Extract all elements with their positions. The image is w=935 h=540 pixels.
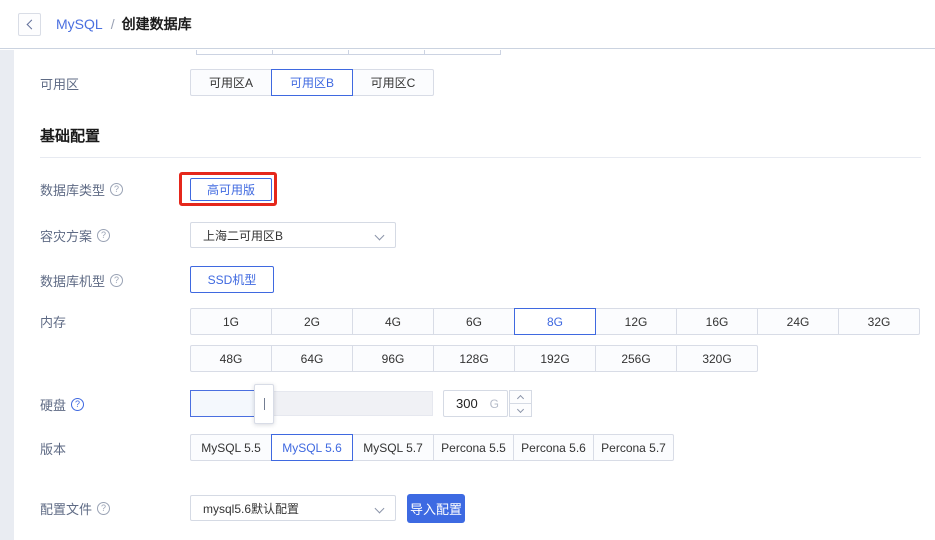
version-option[interactable]: Percona 5.6 — [513, 434, 594, 461]
version-option[interactable]: Percona 5.7 — [593, 434, 674, 461]
disk-size-input[interactable]: 300 G — [443, 390, 508, 417]
help-icon[interactable]: ? — [97, 501, 111, 515]
memory-options-row1: 1G 2G 4G 6G 8G 12G 16G 24G 32G — [190, 308, 920, 335]
stepper-down-button[interactable] — [509, 403, 532, 417]
memory-option[interactable]: 4G — [352, 308, 434, 335]
memory-option[interactable]: 24G — [757, 308, 839, 335]
version-option-selected[interactable]: MySQL 5.6 — [271, 434, 353, 461]
memory-option[interactable]: 12G — [595, 308, 677, 335]
stepper-up-button[interactable] — [509, 390, 532, 404]
create-database-page: MySQL / 创建数据库 可用区 可用区A 可用区B 可用区C 基础配置 数据… — [0, 0, 935, 540]
cutoff-option[interactable] — [196, 50, 273, 55]
version-option[interactable]: MySQL 5.5 — [190, 434, 272, 461]
config-file-select[interactable]: mysql5.6默认配置 — [190, 495, 396, 521]
memory-option[interactable]: 96G — [352, 345, 434, 372]
cutoff-option[interactable] — [348, 50, 425, 55]
zone-option[interactable]: 可用区C — [352, 69, 434, 96]
disk-label: 硬盘 ? — [40, 396, 85, 413]
version-option[interactable]: Percona 5.5 — [433, 434, 514, 461]
memory-option[interactable]: 48G — [190, 345, 272, 372]
disk-slider-track[interactable] — [274, 391, 433, 416]
cutoff-option[interactable] — [424, 50, 501, 55]
chevron-down-icon — [374, 230, 385, 241]
zone-option-selected[interactable]: 可用区B — [271, 69, 353, 96]
chevron-left-icon — [26, 19, 36, 29]
memory-options-row2: 48G 64G 96G 128G 192G 256G 320G — [190, 345, 758, 372]
back-button[interactable] — [18, 12, 41, 36]
cutoff-option[interactable] — [272, 50, 349, 55]
memory-option[interactable]: 64G — [271, 345, 353, 372]
memory-option[interactable]: 1G — [190, 308, 272, 335]
disk-size-unit: G — [489, 396, 499, 411]
form-card — [14, 50, 935, 540]
machine-type-label: 数据库机型 ? — [40, 272, 124, 289]
machine-type-option-selected[interactable]: SSD机型 — [190, 266, 274, 293]
disk-slider-filled-track[interactable] — [190, 390, 256, 417]
import-config-button[interactable]: 导入配置 — [407, 494, 465, 523]
db-type-label: 数据库类型 ? — [40, 181, 124, 198]
zone-label: 可用区 — [40, 76, 80, 92]
chevron-down-icon — [374, 503, 385, 514]
slider-grip-icon — [263, 398, 265, 410]
breadcrumb-product-link[interactable]: MySQL — [56, 16, 103, 32]
section-divider — [40, 157, 921, 158]
cutoff-option-row — [196, 50, 501, 55]
page-background-strip — [0, 50, 14, 540]
memory-label: 内存 — [40, 314, 67, 330]
help-icon[interactable]: ? — [110, 182, 124, 196]
breadcrumb-separator: / — [110, 16, 115, 32]
disk-size-value: 300 — [456, 396, 478, 411]
help-icon[interactable]: ? — [110, 273, 124, 287]
page-title: 创建数据库 — [121, 16, 192, 32]
memory-option[interactable]: 16G — [676, 308, 758, 335]
chevron-down-icon — [516, 405, 525, 413]
version-options: MySQL 5.5 MySQL 5.6 MySQL 5.7 Percona 5.… — [190, 434, 674, 461]
memory-option[interactable]: 256G — [595, 345, 677, 372]
disk-size-stepper — [509, 390, 532, 417]
memory-option[interactable]: 2G — [271, 308, 353, 335]
help-icon[interactable]: ? — [97, 228, 111, 242]
memory-option[interactable]: 128G — [433, 345, 515, 372]
memory-option[interactable]: 192G — [514, 345, 596, 372]
version-label: 版本 — [40, 441, 67, 457]
memory-option-selected[interactable]: 8G — [514, 308, 596, 335]
memory-option[interactable]: 32G — [838, 308, 920, 335]
dr-plan-label: 容灾方案 ? — [40, 227, 111, 244]
config-file-label: 配置文件 ? — [40, 500, 111, 517]
zone-option[interactable]: 可用区A — [190, 69, 272, 96]
dr-plan-select[interactable]: 上海二可用区B — [190, 222, 396, 248]
chevron-up-icon — [516, 394, 525, 402]
db-type-option-selected[interactable]: 高可用版 — [190, 178, 272, 201]
memory-option[interactable]: 6G — [433, 308, 515, 335]
section-title-basic-config: 基础配置 — [40, 128, 101, 145]
disk-slider-handle[interactable] — [254, 384, 274, 424]
memory-option[interactable]: 320G — [676, 345, 758, 372]
help-icon[interactable]: ? — [71, 397, 85, 411]
zone-options: 可用区A 可用区B 可用区C — [190, 69, 434, 96]
page-header: MySQL / 创建数据库 — [0, 0, 935, 49]
version-option[interactable]: MySQL 5.7 — [352, 434, 434, 461]
